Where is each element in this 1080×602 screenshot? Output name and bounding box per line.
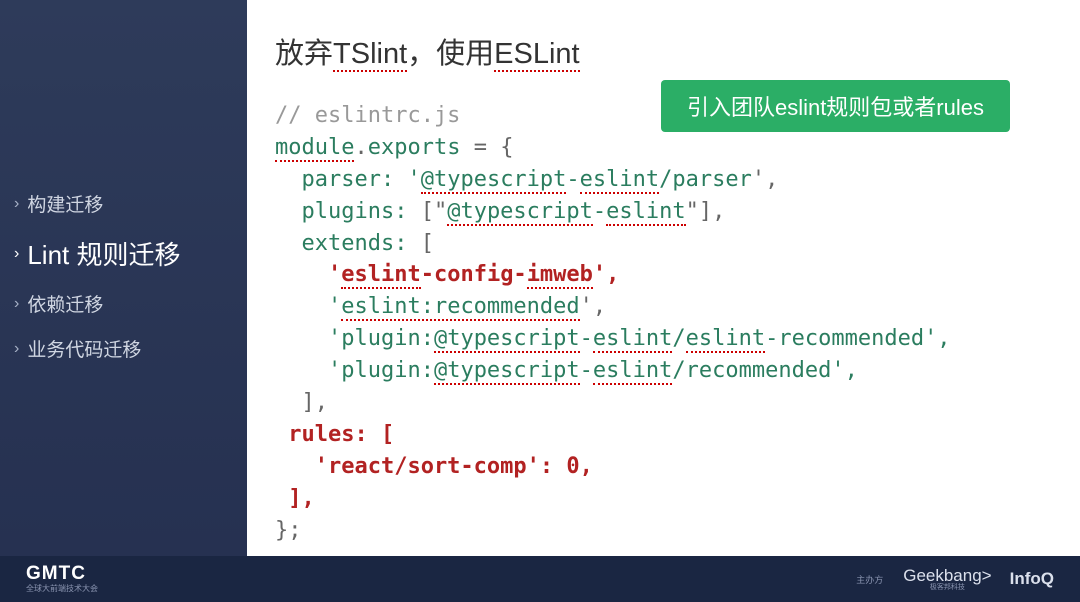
sponsor-infoq: InfoQ: [1010, 569, 1054, 589]
footer-left: GMTC 全球大前端技术大会: [26, 564, 98, 594]
callout-badge: 引入团队eslint规则包或者rules: [661, 80, 1010, 132]
footer-right: 主办方 Geekbang> 极客邦科技 InfoQ: [856, 567, 1054, 591]
title-underline-tslint: TSlint: [333, 38, 407, 72]
chevron-right-icon: ›: [14, 295, 19, 313]
footer-subtitle: 全球大前端技术大会: [26, 585, 98, 594]
sidebar-item-label: Lint 规则迁移: [27, 235, 180, 272]
sidebar-item-deps: › 依赖迁移: [14, 290, 247, 317]
sidebar-item-label: 依赖迁移: [27, 290, 103, 317]
footer: GMTC 全球大前端技术大会 主办方 Geekbang> 极客邦科技 InfoQ: [0, 556, 1080, 602]
sidebar-item-lint: › Lint 规则迁移: [14, 235, 247, 272]
chevron-right-icon: ›: [14, 195, 19, 213]
title-underline-eslint: ESLint: [494, 38, 579, 72]
main-content: 放弃TSlint，使用ESLint 引入团队eslint规则包或者rules /…: [247, 0, 1080, 602]
chevron-right-icon: ›: [14, 340, 19, 358]
code-block: // eslintrc.js module.exports = { parser…: [275, 100, 1060, 546]
sponsor-geekbang: Geekbang>: [903, 567, 991, 584]
sidebar-item-build: › 构建迁移: [14, 190, 247, 217]
chevron-right-icon: ›: [14, 245, 19, 263]
sponsor-geekbang-sub: 极客邦科技: [930, 584, 965, 591]
sponsor-label: 主办方: [856, 573, 883, 586]
slide-root: › 构建迁移 › Lint 规则迁移 › 依赖迁移 › 业务代码迁移 放弃TSl…: [0, 0, 1080, 602]
sidebar-item-biz: › 业务代码迁移: [14, 335, 247, 362]
slide-title: 放弃TSlint，使用ESLint: [275, 30, 1060, 72]
sidebar-item-label: 构建迁移: [27, 190, 103, 217]
sidebar: › 构建迁移 › Lint 规则迁移 › 依赖迁移 › 业务代码迁移: [0, 0, 247, 602]
sidebar-item-label: 业务代码迁移: [27, 335, 141, 362]
footer-logo: GMTC: [26, 564, 98, 585]
